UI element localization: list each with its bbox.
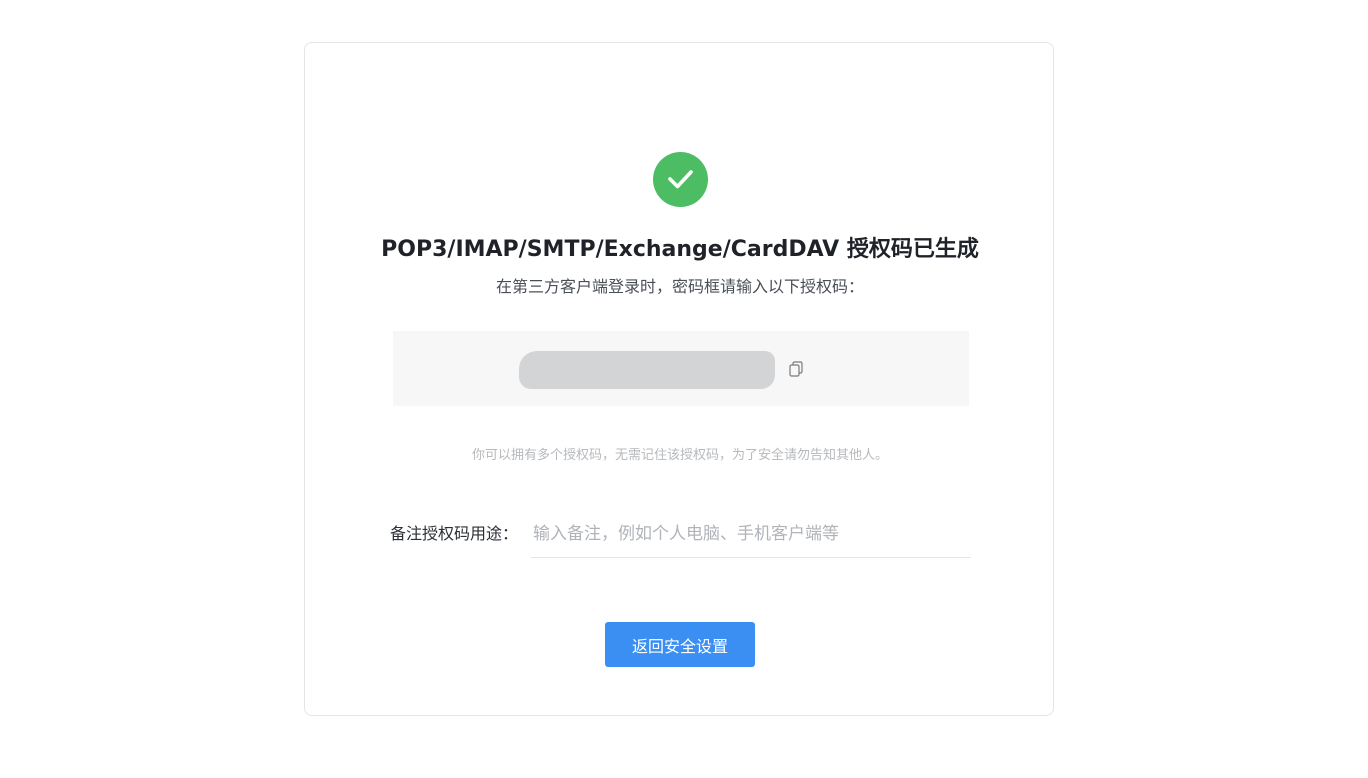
auth-code-card: POP3/IMAP/SMTP/Exchange/CardDAV 授权码已生成 在… <box>304 42 1054 716</box>
security-hint: 你可以拥有多个授权码，无需记住该授权码，为了安全请勿告知其他人。 <box>471 448 888 463</box>
auth-code-box <box>393 331 969 406</box>
note-label: 备注授权码用途： <box>390 524 519 543</box>
return-security-settings-button[interactable]: 返回安全设置 <box>605 622 755 667</box>
redacted-auth-code[interactable] <box>519 351 775 389</box>
copy-icon[interactable] <box>789 361 803 377</box>
note-input[interactable] <box>531 510 971 558</box>
check-circle-icon <box>653 152 708 207</box>
instruction-text: 在第三方客户端登录时，密码框请输入以下授权码： <box>495 277 864 296</box>
page-title: POP3/IMAP/SMTP/Exchange/CardDAV 授权码已生成 <box>381 237 979 262</box>
